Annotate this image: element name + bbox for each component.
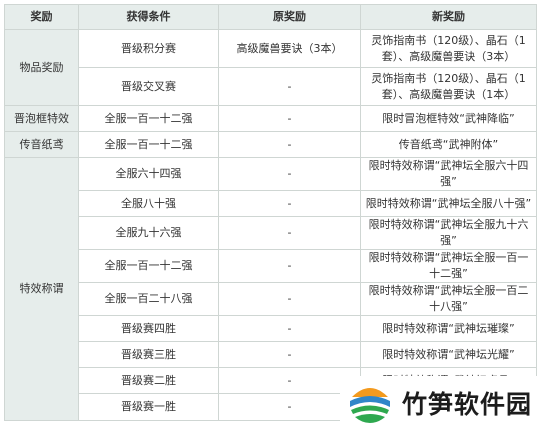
condition-cell: 全服一百一十二强	[78, 249, 219, 283]
old-reward-cell: 高级魔兽要诀（3本）	[218, 29, 361, 68]
new-reward-cell: 限时特效称谓“武神坛全服八十强”	[360, 190, 537, 217]
new-reward-cell: 灵饰指南书（120级）、晶石（1套）、高级魔兽要诀（3本）	[360, 29, 537, 68]
table-row: 晋级交叉赛 - 灵饰指南书（120级）、晶石（1套）、高级魔兽要诀（1本）	[5, 67, 537, 106]
bamboo-shoot-logo-icon	[349, 381, 391, 424]
category-cell: 传音纸鸢	[4, 131, 79, 158]
condition-cell: 全服一百一十二强	[78, 105, 219, 132]
header-condition: 获得条件	[78, 4, 219, 30]
condition-cell: 晋级赛二胜	[78, 367, 219, 394]
new-reward-cell: 限时特效称谓“武神坛全服一百二十八强”	[360, 282, 537, 316]
condition-cell: 晋级赛三胜	[78, 341, 219, 368]
old-reward-cell: -	[218, 341, 361, 368]
condition-cell: 全服八十强	[78, 190, 219, 217]
new-reward-cell: 灵饰指南书（120级）、晶石（1套）、高级魔兽要诀（1本）	[360, 67, 537, 106]
old-reward-cell: -	[218, 282, 361, 316]
old-reward-cell: -	[218, 105, 361, 132]
category-cell: 物品奖励	[4, 29, 79, 106]
condition-cell: 全服一百一十二强	[78, 131, 219, 158]
category-cell: 特效称谓	[4, 157, 79, 421]
table-row: 物品奖励 晋级积分赛 高级魔兽要诀（3本） 灵饰指南书（120级）、晶石（1套）…	[4, 29, 537, 106]
condition-cell: 晋级交叉赛	[78, 67, 219, 106]
watermark: 竹笋软件园	[340, 376, 540, 429]
old-reward-cell: -	[218, 216, 361, 250]
new-reward-cell: 传音纸鸢“武神附体”	[360, 131, 537, 158]
old-reward-cell: -	[218, 315, 361, 342]
new-reward-cell: 限时特效称谓“武神坛全服一百一十二强”	[360, 249, 537, 283]
new-reward-cell: 限时特效称谓“武神坛全服九十六强”	[360, 216, 537, 250]
table-row: 传音纸鸢 全服一百一十二强 - 传音纸鸢“武神附体”	[4, 131, 537, 158]
old-reward-cell: -	[218, 249, 361, 283]
new-reward-cell: 限时特效称谓“武神坛全服六十四强”	[360, 157, 537, 191]
new-reward-cell: 限时冒泡框特效“武神降临”	[360, 105, 537, 132]
table-row: 全服八十强 - 限时特效称谓“武神坛全服八十强”	[5, 190, 537, 217]
new-reward-cell: 限时特效称谓“武神坛璀璨”	[360, 315, 537, 342]
new-reward-cell: 限时特效称谓“武神坛光耀”	[360, 341, 537, 368]
condition-cell: 全服一百二十八强	[78, 282, 219, 316]
header-reward: 奖励	[4, 4, 79, 30]
table-row: 全服九十六强 - 限时特效称谓“武神坛全服九十六强”	[5, 216, 537, 250]
condition-cell: 晋级赛四胜	[78, 315, 219, 342]
header-row: 奖励 获得条件 原奖励 新奖励	[4, 4, 537, 30]
old-reward-cell: -	[218, 157, 361, 191]
condition-cell: 晋级赛一胜	[78, 393, 219, 421]
header-new-reward: 新奖励	[360, 4, 537, 30]
table-row: 特效称谓 全服六十四强 - 限时特效称谓“武神坛全服六十四强”	[4, 157, 537, 421]
table-row: 全服一百二十八强 - 限时特效称谓“武神坛全服一百二十八强”	[5, 282, 537, 316]
category-cell: 晋泡框特效	[4, 105, 79, 132]
old-reward-cell: -	[218, 131, 361, 158]
table-row: 晋级赛三胜 - 限时特效称谓“武神坛光耀”	[5, 341, 537, 368]
watermark-text: 竹笋软件园	[402, 389, 533, 419]
table-row: 晋级赛四胜 - 限时特效称谓“武神坛璀璨”	[5, 315, 537, 342]
table-row: 全服一百一十二强 - 限时特效称谓“武神坛全服一百一十二强”	[5, 249, 537, 283]
condition-cell: 全服六十四强	[78, 157, 219, 191]
table-row: 晋泡框特效 全服一百一十二强 - 限时冒泡框特效“武神降临”	[4, 105, 537, 132]
condition-cell: 晋级积分赛	[78, 29, 219, 68]
header-old-reward: 原奖励	[218, 4, 361, 30]
old-reward-cell: -	[218, 190, 361, 217]
condition-cell: 全服九十六强	[78, 216, 219, 250]
rewards-table: 奖励 获得条件 原奖励 新奖励 物品奖励 晋级积分赛 高级魔兽要诀（3本） 灵饰…	[4, 4, 537, 421]
old-reward-cell: -	[218, 67, 361, 106]
